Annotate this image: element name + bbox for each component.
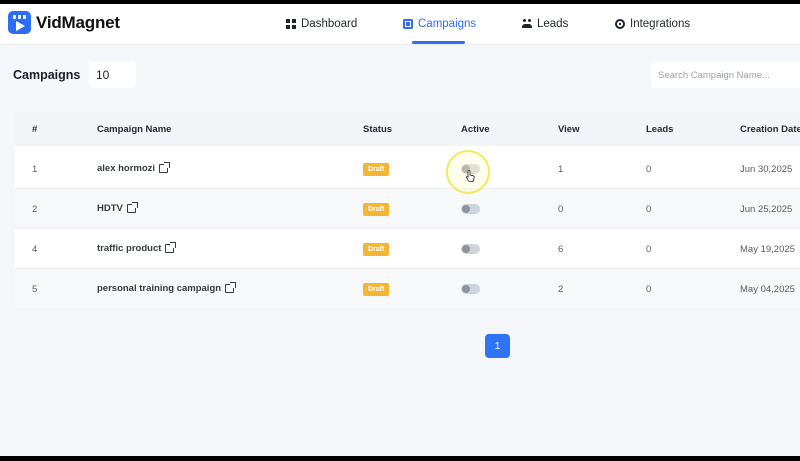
col-status: Status — [363, 124, 393, 135]
col-view: View — [558, 124, 580, 135]
integration-icon — [615, 19, 625, 29]
nav-dashboard[interactable]: Dashboard — [286, 16, 357, 32]
row-id: 4 — [32, 244, 38, 255]
external-link-icon[interactable] — [225, 282, 237, 293]
campaign-name: alex hormozi — [97, 163, 156, 174]
nav-integrations[interactable]: Integrations — [615, 16, 690, 32]
creation-date: May 19,2025 — [740, 244, 795, 255]
table-row[interactable]: 2 HDTV Draft 0 0 Jun 25,2025 — [15, 189, 800, 229]
col-creation-date: Creation Date — [740, 124, 800, 135]
external-link-icon[interactable] — [159, 162, 171, 173]
col-id: # — [32, 124, 38, 135]
row-id: 1 — [32, 164, 38, 175]
active-toggle[interactable] — [461, 204, 480, 214]
status-badge: Draft — [363, 203, 390, 216]
leads-count: 0 — [646, 204, 652, 215]
views-count: 0 — [558, 204, 564, 215]
nav-campaigns-label: Campaigns — [418, 18, 477, 30]
table-row[interactable]: 5 personal training campaign Draft 2 0 M… — [15, 269, 800, 309]
campaign-icon — [403, 19, 413, 29]
campaign-name-link[interactable]: alex hormozi — [97, 162, 171, 174]
campaign-name-link[interactable]: personal training campaign — [97, 282, 237, 294]
nav-campaigns[interactable]: Campaigns — [403, 16, 476, 32]
campaign-name-link[interactable]: traffic product — [97, 242, 177, 254]
external-link-icon[interactable] — [126, 202, 138, 213]
creation-date: Jun 30,2025 — [740, 164, 793, 175]
hand-cursor-icon — [466, 170, 475, 182]
views-count: 1 — [558, 164, 564, 175]
campaign-name: personal training campaign — [97, 283, 222, 294]
campaign-name-link[interactable]: HDTV — [97, 202, 138, 214]
col-campaign-name: Campaign Name — [97, 124, 172, 135]
nav-leads[interactable]: Leads — [522, 16, 568, 32]
page-title: Campaigns — [13, 68, 81, 82]
vidmagnet-logo-icon — [8, 11, 31, 34]
col-leads: Leads — [646, 124, 674, 135]
row-id: 2 — [32, 204, 38, 215]
table-row[interactable]: 1 alex hormozi Draft 1 0 Jun 30,2025 — [15, 149, 800, 189]
creation-date: May 04,2025 — [740, 284, 795, 295]
nav-integrations-label: Integrations — [630, 18, 691, 30]
row-id: 5 — [32, 284, 38, 295]
nav-dashboard-label: Dashboard — [301, 18, 358, 30]
campaign-name: HDTV — [97, 203, 123, 214]
users-icon — [522, 19, 532, 29]
leads-count: 0 — [646, 284, 652, 295]
grid-icon — [286, 19, 296, 29]
active-tab-indicator — [412, 41, 465, 44]
leads-count: 0 — [646, 244, 652, 255]
creation-date: Jun 25,2025 — [740, 204, 793, 215]
app-name: VidMagnet — [36, 12, 120, 32]
top-header: VidMagnet Dashboard Campaigns Leads Inte… — [0, 4, 800, 45]
nav-leads-label: Leads — [537, 18, 569, 30]
campaigns-table: # Campaign Name Status Active View Leads… — [15, 112, 800, 309]
logo[interactable]: VidMagnet — [8, 11, 120, 34]
views-count: 6 — [558, 244, 564, 255]
leads-count: 0 — [646, 164, 652, 175]
page-size-select[interactable]: 10 — [89, 62, 136, 88]
search-input[interactable] — [651, 62, 800, 88]
active-toggle[interactable] — [461, 284, 480, 294]
table-header: # Campaign Name Status Active View Leads… — [15, 112, 800, 146]
status-badge: Draft — [363, 243, 390, 256]
app-frame: VidMagnet Dashboard Campaigns Leads Inte… — [0, 4, 800, 456]
active-toggle[interactable] — [461, 244, 480, 254]
table-row[interactable]: 4 traffic product Draft 6 0 May 19,2025 — [15, 229, 800, 269]
page-button[interactable]: 1 — [485, 334, 510, 358]
col-active: Active — [461, 124, 490, 135]
status-badge: Draft — [363, 283, 390, 296]
campaign-name: traffic product — [97, 243, 162, 254]
external-link-icon[interactable] — [165, 242, 177, 253]
status-badge: Draft — [363, 163, 390, 176]
views-count: 2 — [558, 284, 564, 295]
